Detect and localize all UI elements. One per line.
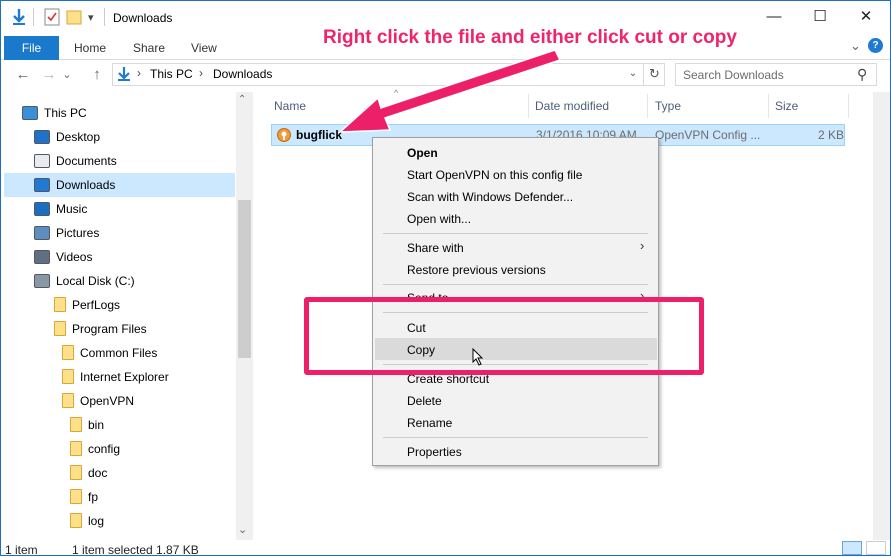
annotation-arrow xyxy=(337,49,562,133)
annotation-highlight-box xyxy=(304,297,704,375)
annotation-text: Right click the file and either click cu… xyxy=(323,27,737,48)
